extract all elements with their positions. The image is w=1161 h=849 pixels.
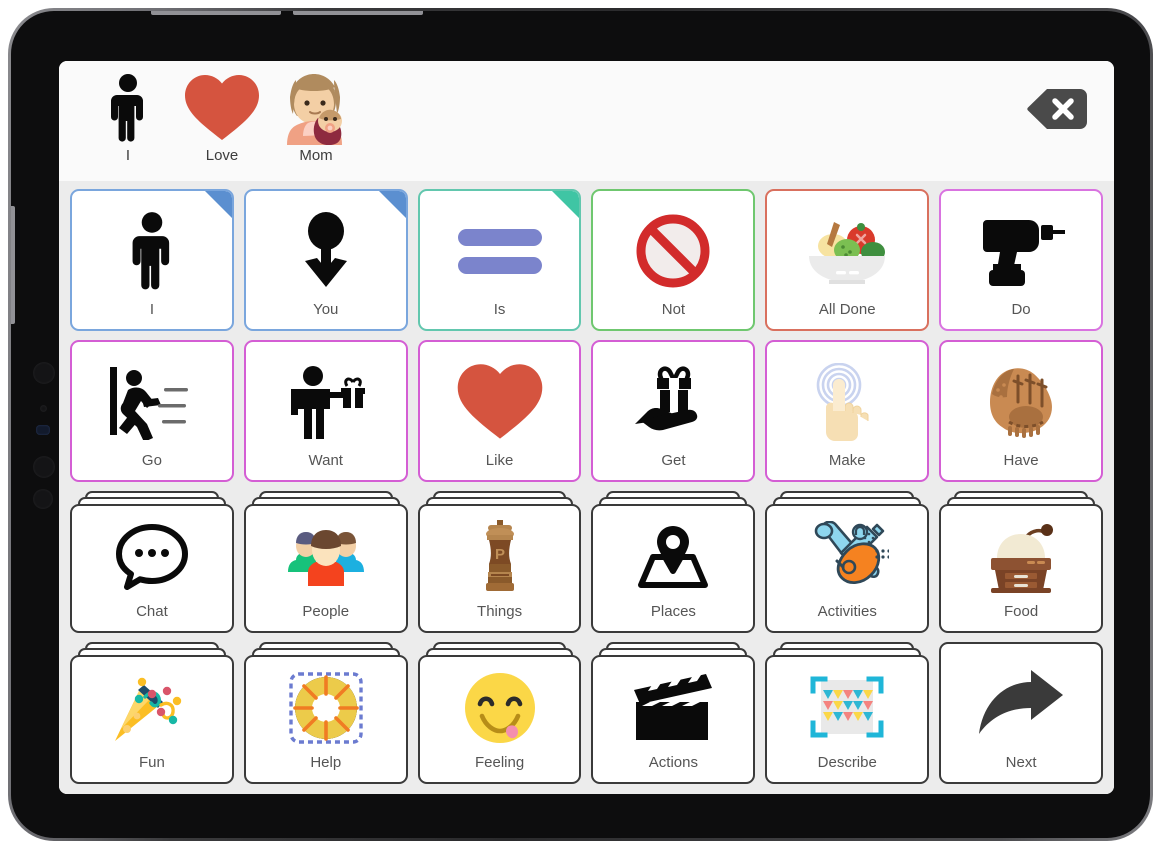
secondary-sensor-icon: [33, 489, 53, 509]
tile-label: Help: [310, 754, 342, 771]
life-ring-icon: [246, 657, 406, 755]
tile-label: Describe: [817, 754, 877, 771]
tile-label: Feeling: [474, 754, 525, 771]
tile-label: Places: [650, 603, 696, 620]
tile-label: Go: [141, 452, 162, 469]
tile-label: Chat: [136, 603, 168, 620]
power-drill-icon: [941, 191, 1101, 302]
woman-holding-baby-icon: [273, 70, 359, 146]
sentence-bar: I Love Mom: [59, 61, 1114, 181]
tile-next[interactable]: Next: [939, 642, 1103, 784]
tile-label: Do: [1011, 301, 1031, 318]
svg-text:P: P: [495, 546, 505, 563]
corner-fold-icon: [552, 191, 580, 218]
tile-label: Want: [308, 452, 343, 469]
baseball-glove-icon: [941, 342, 1101, 453]
tile-actions[interactable]: Actions: [591, 642, 756, 784]
tile-help[interactable]: Help: [243, 642, 408, 784]
indicator-light-icon: [36, 425, 50, 435]
tile-want[interactable]: Want: [243, 340, 408, 482]
running-exit-icon: [72, 342, 232, 453]
tablet-screen: I Love Mom I You Is Not All Done Do Go W…: [59, 61, 1114, 794]
tile-label: Fun: [138, 754, 165, 771]
tile-label: Activities: [817, 603, 877, 620]
antenna-line-top-right: [293, 11, 423, 15]
tile-label: Get: [661, 452, 686, 469]
group-of-people-icon: [246, 506, 406, 604]
map-pin-icon: [593, 506, 753, 604]
tile-like[interactable]: Like: [417, 340, 582, 482]
tile-make[interactable]: Make: [765, 340, 930, 482]
tile-places[interactable]: Places: [591, 491, 756, 633]
tile-label: Not: [661, 301, 686, 318]
sentence-chip-i[interactable]: I: [81, 70, 175, 174]
sentence-chip-label: Mom: [299, 147, 333, 164]
tile-label: I: [149, 301, 154, 318]
party-popper-icon: [72, 657, 232, 755]
tile-label: All Done: [818, 301, 876, 318]
tile-label: People: [302, 603, 350, 620]
yummy-face-icon: [420, 657, 580, 755]
salad-bowl-icon: [767, 191, 927, 302]
tile-label: Next: [1005, 754, 1037, 771]
communication-tile-grid: I You Is Not All Done Do Go Want Like Ge…: [59, 181, 1114, 794]
person-standing-icon: [85, 70, 171, 146]
coffee-grinder-icon: [941, 506, 1101, 604]
tile-label: Have: [1003, 452, 1039, 469]
curved-right-arrow-icon: [941, 644, 1101, 755]
guitar-and-bat-icon: [767, 506, 927, 604]
sentence-chip-love[interactable]: Love: [175, 70, 269, 174]
tile-label: Actions: [648, 754, 698, 771]
tile-things[interactable]: P Things: [417, 491, 582, 633]
tile-describe[interactable]: Describe: [765, 642, 930, 784]
power-button[interactable]: [11, 206, 15, 324]
tile-fun[interactable]: Fun: [70, 642, 234, 784]
pepper-mill-icon: P: [420, 506, 580, 604]
gift-in-hand-icon: [593, 342, 753, 453]
tile-not[interactable]: Not: [591, 189, 756, 331]
sentence-chip-label: I: [125, 147, 131, 164]
person-holding-gift-icon: [246, 342, 406, 453]
tile-have[interactable]: Have: [939, 340, 1103, 482]
corner-fold-icon: [204, 191, 232, 218]
tile-label: Food: [1003, 603, 1039, 620]
tile-label: Like: [485, 452, 514, 469]
tile-label: Things: [477, 603, 523, 620]
microphone-icon: [33, 456, 55, 478]
tile-is[interactable]: Is: [417, 189, 582, 331]
antenna-line-top-left: [151, 11, 281, 15]
front-camera-icon: [33, 362, 55, 384]
tile-feeling[interactable]: Feeling: [417, 642, 582, 784]
tile-label: Is: [493, 301, 506, 318]
tablet-device-frame: I Love Mom I You Is Not All Done Do Go W…: [8, 8, 1153, 841]
tapping-finger-icon: [767, 342, 927, 453]
pattern-crop-icon: [767, 657, 927, 755]
red-heart-icon: [420, 342, 580, 453]
tile-food[interactable]: Food: [939, 491, 1103, 633]
clapperboard-icon: [593, 657, 753, 755]
speech-bubble-icon: [72, 506, 232, 604]
sentence-chip-label: Love: [205, 147, 239, 164]
tablet-body: I Love Mom I You Is Not All Done Do Go W…: [11, 11, 1150, 838]
backspace-delete-icon[interactable]: [1026, 88, 1088, 130]
tile-get[interactable]: Get: [591, 340, 756, 482]
tile-activities[interactable]: Activities: [765, 491, 930, 633]
corner-fold-icon: [378, 191, 406, 218]
sentence-chip-mom[interactable]: Mom: [269, 70, 363, 174]
tile-you[interactable]: You: [243, 189, 408, 331]
ambient-sensor-icon: [40, 405, 47, 412]
tile-i[interactable]: I: [70, 189, 234, 331]
tile-label: You: [313, 301, 339, 318]
prohibited-sign-icon: [593, 191, 753, 302]
red-heart-icon: [179, 70, 265, 146]
tile-do[interactable]: Do: [939, 189, 1103, 331]
tile-label: Make: [828, 452, 866, 469]
tile-chat[interactable]: Chat: [70, 491, 234, 633]
tile-people[interactable]: People: [243, 491, 408, 633]
tile-all-done[interactable]: All Done: [765, 189, 930, 331]
tile-go[interactable]: Go: [70, 340, 234, 482]
